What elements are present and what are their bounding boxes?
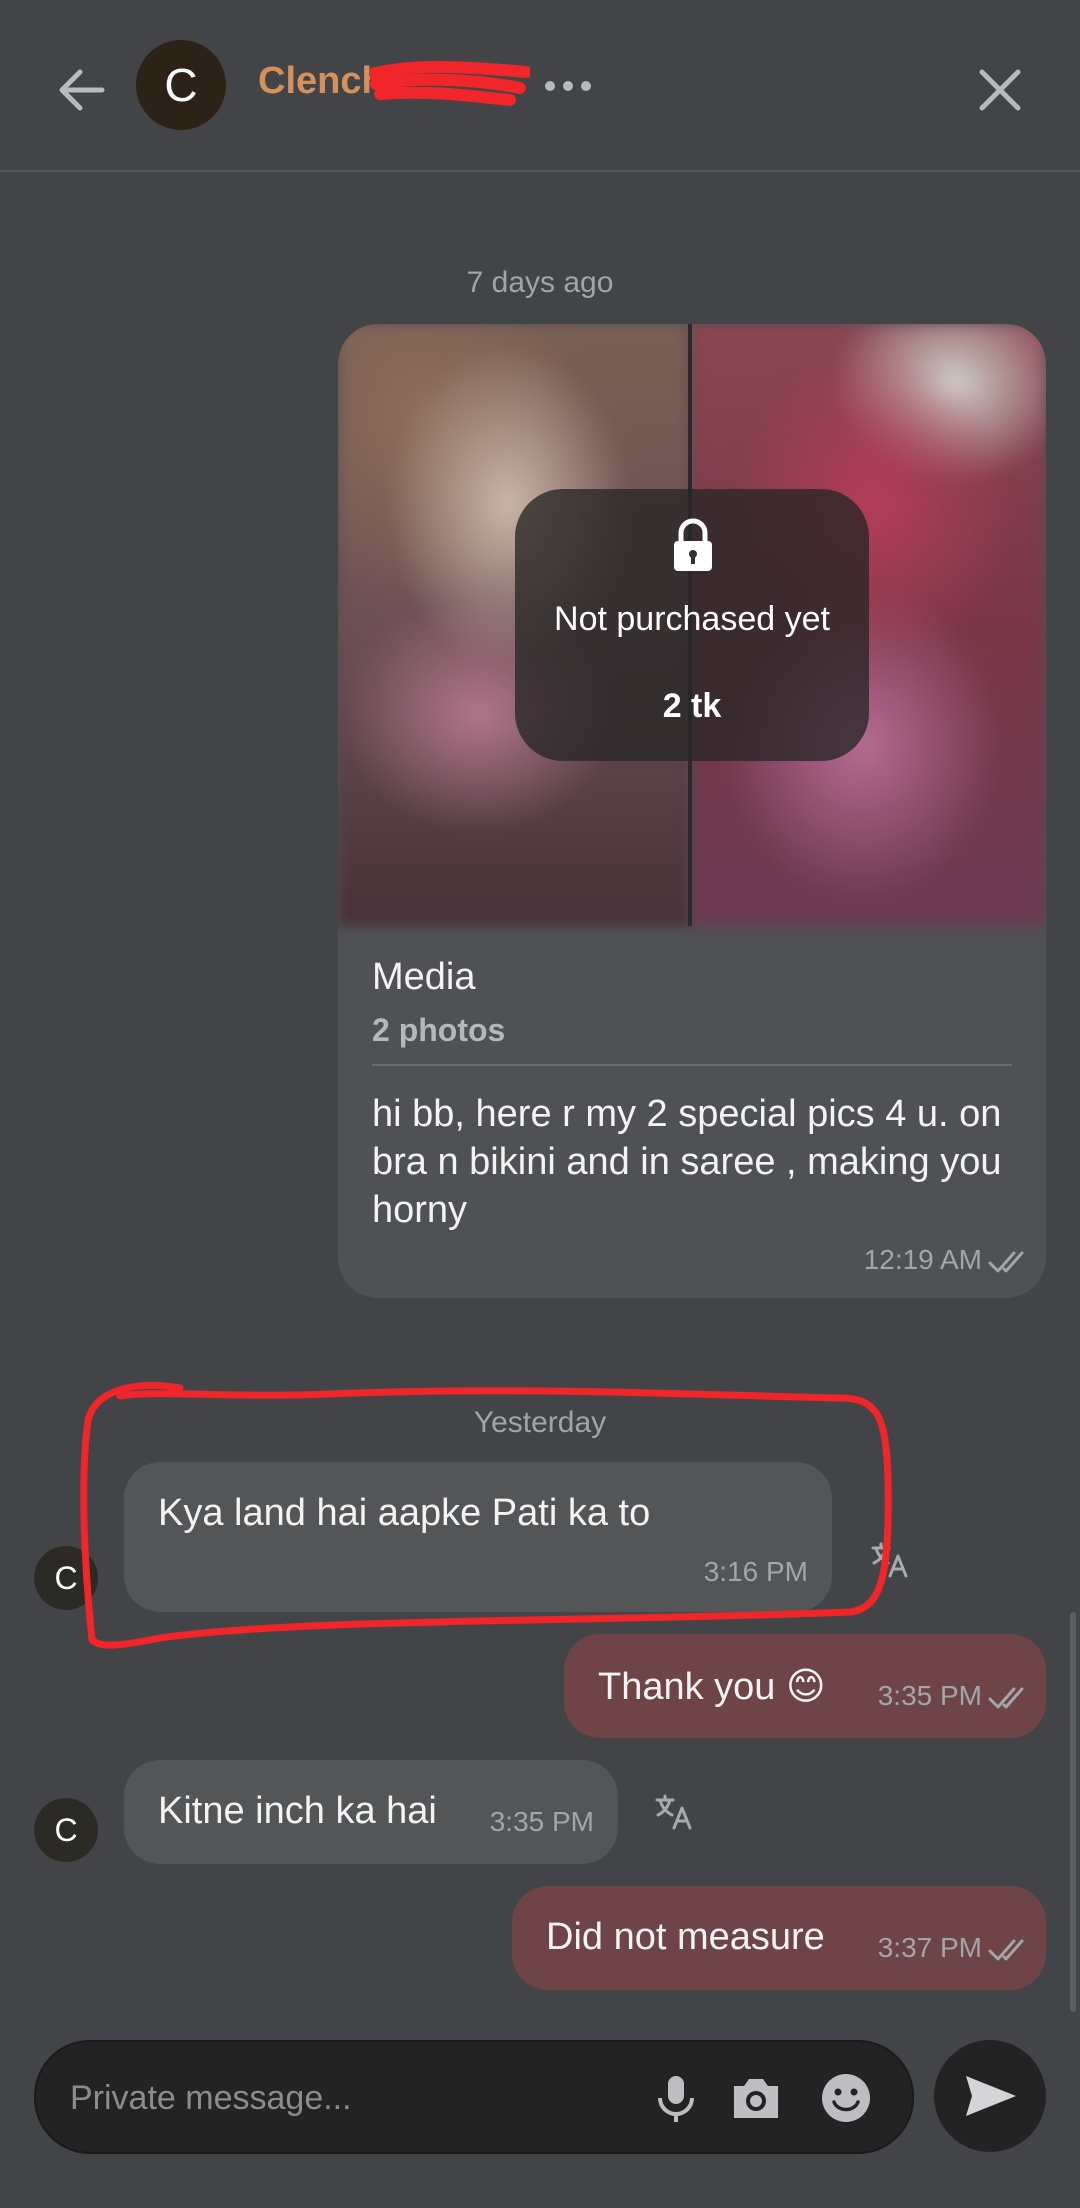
sender-avatar[interactable]: C bbox=[34, 1798, 98, 1862]
message-text: Did not measure bbox=[546, 1916, 825, 1958]
send-button[interactable] bbox=[934, 2040, 1046, 2152]
message-timestamp: 3:37 PM bbox=[878, 1932, 1028, 1964]
time-text: 12:19 AM bbox=[863, 1244, 982, 1275]
media-preview[interactable]: Not purchased yet 2 tk bbox=[338, 324, 1046, 926]
back-arrow-icon[interactable] bbox=[50, 58, 114, 122]
emoji-icon[interactable] bbox=[818, 2070, 874, 2126]
message-text: Kya land hai aapke Pati ka to bbox=[158, 1492, 651, 1534]
message-timestamp: 3:35 PM bbox=[878, 1680, 1028, 1712]
incoming-message[interactable]: Kitne inch ka hai 3:35 PM bbox=[124, 1760, 618, 1864]
date-separator: 7 days ago bbox=[466, 266, 614, 299]
message-text: Thank you 😊 bbox=[598, 1666, 826, 1708]
contact-name[interactable]: Clench bbox=[258, 60, 385, 103]
outgoing-message[interactable]: Did not measure 3:37 PM bbox=[512, 1886, 1046, 1990]
translate-icon[interactable] bbox=[654, 1792, 694, 1832]
send-icon bbox=[966, 2076, 1016, 2116]
lock-icon bbox=[674, 518, 712, 571]
outgoing-message[interactable]: Thank you 😊 3:35 PM bbox=[564, 1634, 1046, 1738]
sender-avatar[interactable]: C bbox=[34, 1546, 98, 1610]
purchase-overlay[interactable]: Not purchased yet 2 tk bbox=[515, 489, 869, 761]
double-check-icon bbox=[988, 1251, 1024, 1273]
double-check-icon bbox=[988, 1939, 1024, 1961]
message-timestamp: 3:35 PM bbox=[489, 1806, 594, 1837]
price-label: 2 tk bbox=[662, 687, 722, 725]
translate-icon[interactable] bbox=[870, 1540, 910, 1580]
chat-header: C Clench bbox=[0, 0, 1080, 172]
media-title: Media bbox=[372, 956, 476, 998]
incoming-message[interactable]: Kya land hai aapke Pati ka to 3:16 PM bbox=[124, 1462, 832, 1612]
scrollbar[interactable] bbox=[1070, 1612, 1076, 2012]
message-timestamp: 12:19 AM bbox=[864, 1244, 1028, 1276]
contact-avatar[interactable]: C bbox=[136, 40, 226, 130]
message-text: Kitne inch ka hai bbox=[158, 1790, 437, 1832]
lock-label: Not purchased yet bbox=[554, 600, 830, 638]
message-composer bbox=[34, 2040, 914, 2154]
double-check-icon bbox=[988, 1687, 1024, 1709]
message-input[interactable] bbox=[68, 2072, 632, 2124]
close-icon[interactable] bbox=[970, 60, 1030, 120]
redaction-scribble bbox=[370, 61, 530, 106]
media-caption: hi bb, here r my 2 special pics 4 u. on … bbox=[372, 1093, 1002, 1231]
divider bbox=[372, 1064, 1012, 1066]
message-timestamp: 3:16 PM bbox=[703, 1556, 808, 1587]
media-count: 2 photos bbox=[372, 1012, 506, 1048]
time-text: 3:37 PM bbox=[877, 1932, 982, 1963]
media-message[interactable]: Not purchased yet 2 tk Media 2 photos hi… bbox=[338, 324, 1046, 1298]
microphone-icon[interactable] bbox=[648, 2070, 704, 2126]
more-dots-icon[interactable] bbox=[540, 66, 596, 106]
time-text: 3:35 PM bbox=[877, 1680, 982, 1711]
date-separator: Yesterday bbox=[473, 1406, 607, 1439]
camera-icon[interactable] bbox=[728, 2070, 784, 2126]
